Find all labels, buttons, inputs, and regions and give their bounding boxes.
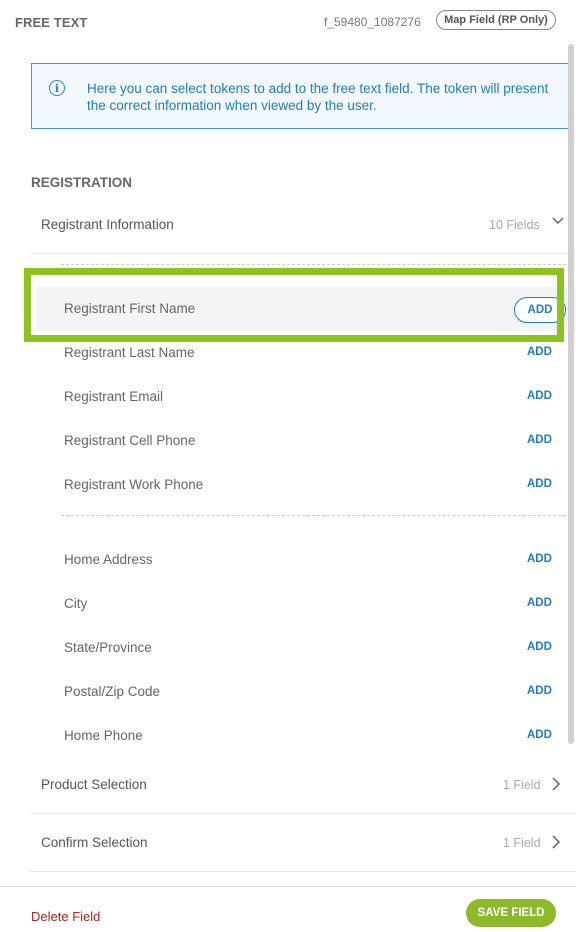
group-count: 10 Fields (489, 218, 540, 232)
save-field-button[interactable]: SAVE FIELD (466, 899, 556, 927)
field-label: Home Phone (64, 728, 143, 743)
section-title: REGISTRATION (31, 175, 132, 190)
field-label: Registrant Cell Phone (64, 433, 196, 448)
panel-header: FREE TEXT f_59480_1087276 Map Field (RP … (0, 0, 576, 44)
group-count: 1 Field (503, 778, 541, 792)
map-field-button[interactable]: Map Field (RP Only) (436, 10, 556, 30)
field-row-registrant-first-name[interactable]: Registrant First Name ADD (36, 287, 576, 331)
group-confirm-selection[interactable]: Confirm Selection 1 Field (31, 814, 576, 872)
divider (61, 264, 571, 265)
field-row-registrant-cell-phone[interactable]: Registrant Cell Phone ADD (36, 419, 576, 463)
divider (61, 515, 571, 516)
group-label: Confirm Selection (41, 835, 148, 850)
field-row-registrant-last-name[interactable]: Registrant Last Name ADD (36, 331, 576, 375)
info-banner: i Here you can select tokens to add to t… (31, 63, 572, 129)
field-row-postal-zip-code[interactable]: Postal/Zip Code ADD (36, 670, 576, 714)
field-row-state-province[interactable]: State/Province ADD (36, 626, 576, 670)
field-label: Registrant Email (64, 389, 164, 404)
group-label: Registrant Information (41, 217, 174, 232)
field-row-home-address[interactable]: Home Address ADD (36, 538, 576, 582)
group-registrant-information[interactable]: Registrant Information 10 Fields (31, 196, 576, 254)
field-row-registrant-work-phone[interactable]: Registrant Work Phone ADD (36, 463, 576, 507)
add-button[interactable]: ADD (527, 346, 552, 358)
panel-footer: Delete Field SAVE FIELD (0, 886, 576, 932)
field-label: State/Province (64, 640, 152, 655)
chevron-down-icon[interactable] (551, 214, 565, 228)
field-label: Home Address (64, 552, 153, 567)
add-button[interactable]: ADD (527, 553, 552, 565)
add-button[interactable]: ADD (527, 478, 552, 490)
info-icon: i (49, 80, 65, 96)
field-label: Postal/Zip Code (64, 684, 161, 699)
chevron-right-icon[interactable] (549, 835, 563, 849)
field-label: Registrant First Name (64, 301, 196, 316)
scrollbar[interactable] (568, 44, 574, 744)
delete-field-link[interactable]: Delete Field (31, 909, 100, 924)
group-label: Product Selection (41, 777, 147, 792)
add-button[interactable]: ADD (527, 434, 552, 446)
add-button[interactable]: ADD (527, 729, 552, 741)
add-button[interactable]: ADD (527, 597, 552, 609)
field-row-home-phone[interactable]: Home Phone ADD (36, 714, 576, 758)
info-text: Here you can select tokens to add to the… (87, 81, 549, 113)
add-button[interactable]: ADD (527, 641, 552, 653)
field-label: Registrant Last Name (64, 345, 195, 360)
add-button[interactable]: ADD (527, 685, 552, 697)
field-label: City (64, 596, 88, 611)
add-button[interactable]: ADD (514, 297, 566, 323)
field-label: Registrant Work Phone (64, 477, 204, 492)
add-button[interactable]: ADD (527, 390, 552, 402)
group-product-selection[interactable]: Product Selection 1 Field (31, 756, 576, 814)
field-id: f_59480_1087276 (324, 15, 421, 29)
chevron-right-icon[interactable] (549, 777, 563, 791)
field-row-city[interactable]: City ADD (36, 582, 576, 626)
field-row-registrant-email[interactable]: Registrant Email ADD (36, 375, 576, 419)
panel-title: FREE TEXT (15, 15, 88, 30)
group-count: 1 Field (503, 836, 541, 850)
